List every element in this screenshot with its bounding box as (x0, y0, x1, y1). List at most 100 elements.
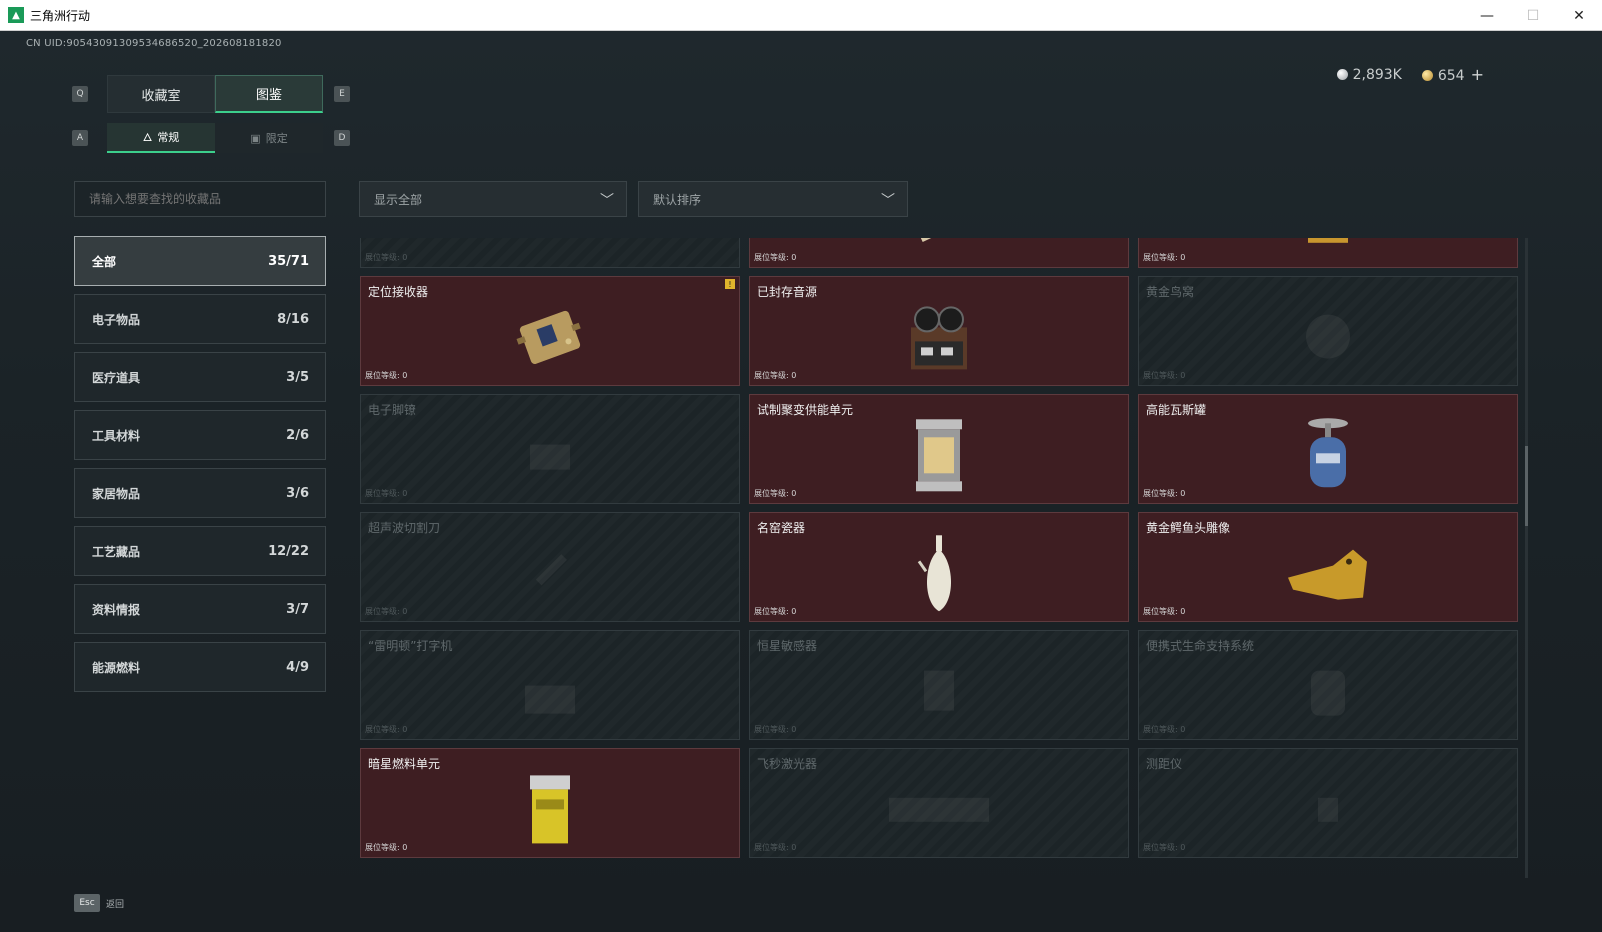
scrollbar-thumb[interactable] (1525, 446, 1528, 526)
collection-item-card[interactable]: 试制聚变供能单元 展位等级: 0 (749, 394, 1129, 504)
subtab-regular[interactable]: 🜂 常规 (107, 123, 215, 153)
collection-item-card[interactable]: 测距仪展位等级: 0 (1138, 748, 1518, 858)
app-logo-icon: ▲ (8, 7, 24, 23)
item-display-level: 展位等级: 0 (1143, 843, 1186, 852)
close-button[interactable]: ✕ (1556, 0, 1602, 31)
window-controls: — ☐ ✕ (1464, 0, 1602, 31)
typewriter-icon (515, 656, 585, 726)
item-display-level: 展位等级: 0 (1143, 489, 1186, 498)
category-intel[interactable]: 资料情报 3/7 (74, 584, 326, 634)
item-display-level: 展位等级: 0 (754, 607, 797, 616)
item-name: 黄金鸟窝 (1146, 285, 1195, 299)
key-hint-q: Q (72, 86, 88, 102)
receiver-icon (510, 297, 590, 377)
add-currency-button[interactable]: + (1471, 65, 1484, 84)
item-display-level: 展位等级: 0 (1143, 253, 1186, 262)
sort-dropdown[interactable]: 默认排序 ﹀ (638, 181, 908, 217)
collection-item-card[interactable]: 展位等级: 0 (749, 238, 1129, 268)
collection-item-card[interactable]: 已封存音源 展位等级: 0 (749, 276, 1129, 386)
item-grid-viewport: 展位等级: 0 展位等级: 0 展位等级: 0 定位接收器! 展位等级: 0 已封存音源展… (360, 238, 1518, 878)
category-count: 12/22 (268, 543, 309, 559)
gold-currency: 654 + (1421, 65, 1484, 84)
collection-item-card[interactable]: 恒星敏感器 展位等级: 0 (749, 630, 1129, 740)
gold-coin-icon (1421, 70, 1433, 81)
star-sensor-icon (904, 656, 974, 726)
item-grid: 展位等级: 0 展位等级: 0 展位等级: 0 定位接收器! 展位等级: 0 已封存音源展… (360, 238, 1518, 858)
category-household[interactable]: 家居物品 3/6 (74, 468, 326, 518)
item-name: 暗星燃料单元 (368, 757, 441, 771)
rangefinder-icon (1298, 778, 1358, 838)
item-name: 定位接收器 (368, 285, 429, 299)
item-name: 黄金鳄鱼头雕像 (1146, 521, 1231, 535)
porcelain-vase-icon (914, 531, 964, 616)
item-display-level: 展位等级: 0 (365, 843, 408, 852)
collection-item-card[interactable]: 名窑瓷器展位等级: 0 (749, 512, 1129, 622)
category-list: 全部 35/71 电子物品 8/16 医疗道具 3/5 工具材料 2/6 家居物品 3/6… (74, 236, 326, 700)
image-icon: ▣ (250, 131, 261, 145)
subtab-limited[interactable]: ▣ 限定 (215, 123, 323, 153)
item-display-level: 展位等级: 0 (365, 253, 408, 262)
category-label: 工具材料 (92, 428, 141, 443)
category-count: 3/6 (286, 485, 309, 501)
category-electronics[interactable]: 电子物品 8/16 (74, 294, 326, 344)
item-name: 名窑瓷器 (757, 521, 806, 535)
item-name: 试制聚变供能单元 (757, 403, 854, 417)
maximize-button[interactable]: ☐ (1510, 0, 1556, 31)
category-tools[interactable]: 工具材料 2/6 (74, 410, 326, 460)
collection-item-card[interactable]: 电子脚镣 展位等级: 0 (360, 394, 740, 504)
silver-coin-icon (1336, 68, 1348, 80)
collection-item-card[interactable]: 黄金鳄鱼头雕像 展位等级: 0 (1138, 512, 1518, 622)
crocodile-head-icon (1283, 538, 1373, 608)
collection-item-card[interactable]: 飞秒激光器 展位等级: 0 (749, 748, 1129, 858)
item-name: 恒星敏感器 (757, 639, 818, 653)
game-viewport: CN UID:90543091309534686520_202608181820… (0, 31, 1602, 932)
collection-item-card[interactable]: 定位接收器! 展位等级: 0 (360, 276, 740, 386)
minimize-button[interactable]: — (1464, 0, 1510, 31)
tab-collection-room[interactable]: 收藏室 (107, 75, 215, 113)
category-label: 家居物品 (92, 486, 141, 501)
grid-scrollbar[interactable] (1525, 238, 1528, 878)
collection-item-card[interactable]: 便携式生命支持系统 展位等级: 0 (1138, 630, 1518, 740)
item-name: 飞秒激光器 (757, 757, 818, 771)
key-hint-d: D (334, 130, 350, 146)
category-count: 3/5 (286, 369, 309, 385)
collection-item-card[interactable]: 超声波切割刀 展位等级: 0 (360, 512, 740, 622)
new-badge-icon: ! (725, 279, 735, 289)
display-filter-dropdown[interactable]: 显示全部 ﹀ (359, 181, 627, 217)
esc-key-icon: Esc (74, 894, 100, 912)
category-label: 全部 (92, 254, 117, 269)
category-count: 4/9 (286, 659, 309, 675)
display-filter-value: 显示全部 (374, 192, 423, 207)
collection-item-card[interactable]: “雷明顿”打字机 展位等级: 0 (360, 630, 740, 740)
tab-catalog[interactable]: 图鉴 (215, 75, 323, 113)
category-all[interactable]: 全部 35/71 (74, 236, 326, 286)
category-label: 资料情报 (92, 602, 141, 617)
item-name: 超声波切割刀 (368, 521, 441, 535)
flame-icon: 🜂 (142, 131, 153, 144)
item-name: 测距仪 (1146, 757, 1183, 771)
item-name: 已封存音源 (757, 285, 818, 299)
window-titlebar: ▲ 三角洲行动 — ☐ ✕ (0, 0, 1602, 31)
category-count: 35/71 (268, 253, 309, 269)
laser-icon (879, 778, 999, 838)
collection-item-card[interactable]: 暗星燃料单元展位等级: 0 (360, 748, 740, 858)
item-name: 便携式生命支持系统 (1146, 639, 1255, 653)
category-crafts[interactable]: 工艺藏品 12/22 (74, 526, 326, 576)
collection-item-card[interactable]: 高能瓦斯罐 展位等级: 0 (1138, 394, 1518, 504)
bird-nest-icon (1293, 302, 1363, 372)
category-medical[interactable]: 医疗道具 3/5 (74, 352, 326, 402)
category-count: 8/16 (277, 311, 309, 327)
item-name: “雷明顿”打字机 (368, 639, 453, 653)
chevron-down-icon: ﹀ (881, 193, 895, 209)
collection-item-card[interactable]: 展位等级: 0 (360, 238, 740, 268)
search-input[interactable] (74, 181, 326, 217)
cutter-icon (515, 538, 585, 608)
collection-item-card[interactable]: 展位等级: 0 (1138, 238, 1518, 268)
category-label: 医疗道具 (92, 370, 141, 385)
category-fuel[interactable]: 能源燃料 4/9 (74, 642, 326, 692)
anklet-icon (515, 420, 585, 490)
collection-item-card[interactable]: 黄金鸟窝 展位等级: 0 (1138, 276, 1518, 386)
back-hint[interactable]: Esc 返回 (74, 894, 124, 912)
painting-scroll-icon (904, 238, 974, 248)
item-display-level: 展位等级: 0 (365, 371, 408, 380)
